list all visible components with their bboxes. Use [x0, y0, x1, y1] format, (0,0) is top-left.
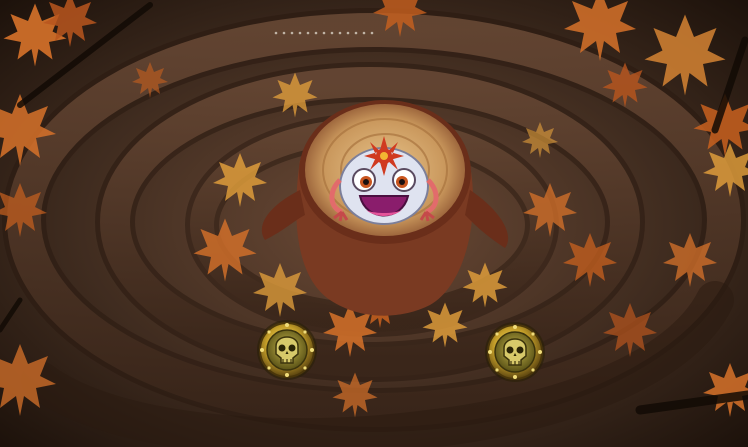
- game-scene[interactable]: [0, 0, 748, 447]
- skull-hole-right: [485, 322, 545, 382]
- skull-hole-left: [257, 320, 317, 380]
